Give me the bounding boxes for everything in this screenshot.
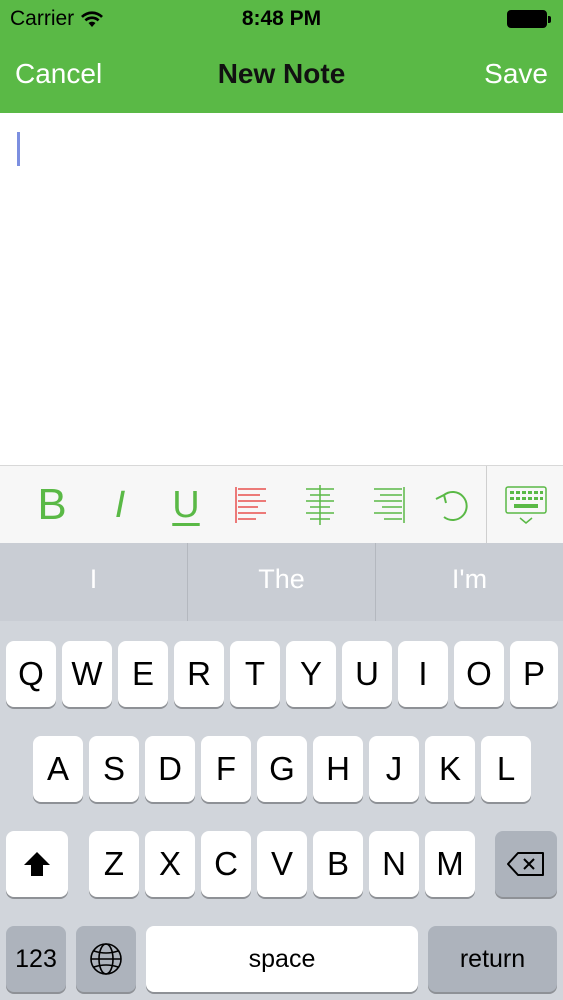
key-o[interactable]: O	[454, 641, 504, 707]
key-f[interactable]: F	[201, 736, 251, 802]
globe-icon	[90, 943, 122, 975]
key-w[interactable]: W	[62, 641, 112, 707]
navigation-bar: Cancel New Note Save	[0, 38, 563, 113]
key-r[interactable]: R	[174, 641, 224, 707]
undo-button[interactable]	[424, 466, 484, 544]
key-j[interactable]: J	[369, 736, 419, 802]
toolbar-divider	[486, 466, 487, 544]
suggestion-item[interactable]: The	[188, 543, 376, 621]
undo-icon	[435, 491, 468, 521]
key-v[interactable]: V	[257, 831, 307, 897]
formatting-toolbar: B I U	[0, 465, 563, 544]
keyboard: Q W E R T Y U I O P A S D F G H J K L Z …	[0, 621, 563, 1000]
key-d[interactable]: D	[145, 736, 195, 802]
save-button[interactable]: Save	[484, 58, 548, 90]
suggestion-item[interactable]: I	[0, 543, 188, 621]
align-left-button[interactable]	[222, 466, 282, 544]
backspace-icon	[507, 852, 544, 876]
shift-key[interactable]	[6, 831, 68, 897]
space-key[interactable]: space	[146, 926, 418, 992]
shift-icon	[24, 852, 50, 876]
key-e[interactable]: E	[118, 641, 168, 707]
keyboard-dismiss-button[interactable]	[496, 466, 556, 544]
numbers-key[interactable]: 123	[6, 926, 66, 992]
key-z[interactable]: Z	[89, 831, 139, 897]
key-x[interactable]: X	[145, 831, 195, 897]
bold-label: B	[37, 480, 67, 529]
italic-button[interactable]: I	[90, 466, 150, 544]
key-k[interactable]: K	[425, 736, 475, 802]
return-key[interactable]: return	[428, 926, 557, 992]
note-editor[interactable]	[0, 113, 563, 465]
suggestion-item[interactable]: I'm	[376, 543, 563, 621]
align-right-button[interactable]	[358, 466, 418, 544]
bold-button[interactable]: B	[22, 466, 82, 544]
align-center-button[interactable]	[290, 466, 350, 544]
key-u[interactable]: U	[342, 641, 392, 707]
align-left-icon	[235, 487, 266, 523]
battery-icon	[507, 10, 551, 28]
header-bar: Carrier 8:48 PM Cancel New Note Save	[0, 0, 563, 113]
key-y[interactable]: Y	[286, 641, 336, 707]
italic-label: I	[114, 483, 126, 526]
key-s[interactable]: S	[89, 736, 139, 802]
status-time: 8:48 PM	[241, 7, 322, 30]
suggestion-bar: I The I'm	[0, 543, 563, 621]
key-q[interactable]: Q	[6, 641, 56, 707]
underline-button[interactable]: U	[156, 466, 216, 544]
key-g[interactable]: G	[257, 736, 307, 802]
key-l[interactable]: L	[481, 736, 531, 802]
align-right-icon	[374, 487, 405, 523]
key-b[interactable]: B	[313, 831, 363, 897]
key-a[interactable]: A	[33, 736, 83, 802]
key-c[interactable]: C	[201, 831, 251, 897]
status-bar: Carrier 8:48 PM	[0, 0, 563, 38]
globe-key[interactable]	[76, 926, 136, 992]
keyboard-dismiss-icon	[505, 486, 547, 524]
align-center-icon	[306, 485, 334, 525]
text-caret	[17, 132, 20, 166]
key-h[interactable]: H	[313, 736, 363, 802]
key-i[interactable]: I	[398, 641, 448, 707]
page-title: New Note	[217, 58, 346, 89]
underline-label: U	[172, 483, 200, 526]
delete-key[interactable]	[495, 831, 557, 897]
key-p[interactable]: P	[510, 641, 558, 707]
key-t[interactable]: T	[230, 641, 280, 707]
key-n[interactable]: N	[369, 831, 419, 897]
key-m[interactable]: M	[425, 831, 475, 897]
